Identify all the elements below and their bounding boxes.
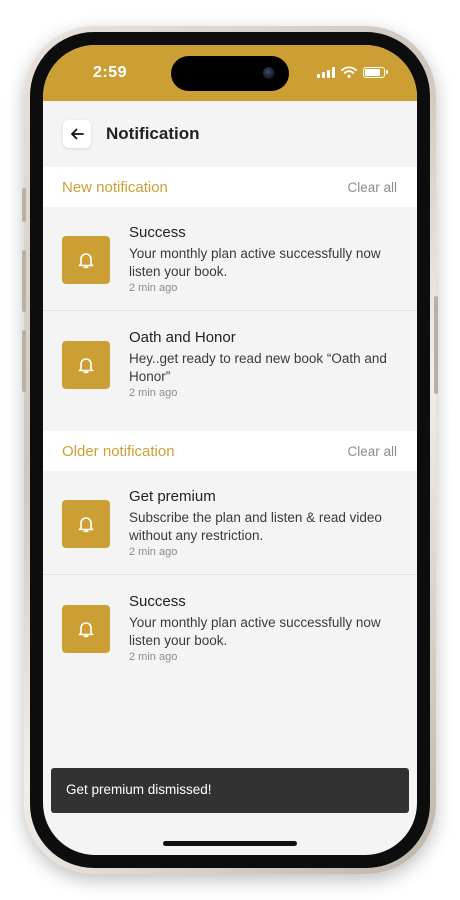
notification-item[interactable]: Success Your monthly plan active success…	[43, 207, 417, 311]
notification-body: Hey..get ready to read new book “Oath an…	[129, 351, 387, 384]
notification-item[interactable]: Get premium Subscribe the plan and liste…	[43, 471, 417, 575]
wifi-icon	[341, 66, 357, 78]
notification-body: Subscribe the plan and listen & read vid…	[129, 510, 382, 543]
phone-power-button	[434, 296, 438, 394]
app-header: Notification	[43, 101, 417, 167]
phone-volume-down-button	[22, 330, 26, 392]
section-header-older: Older notification Clear all	[43, 431, 417, 471]
arrow-left-icon	[71, 128, 84, 140]
battery-level	[365, 68, 381, 76]
bell-icon	[78, 253, 94, 269]
notification-title: Get premium	[129, 488, 216, 505]
notification-time: 2 min ago	[129, 282, 178, 294]
section-title: Older notification	[62, 443, 175, 460]
page-title: Notification	[106, 124, 200, 143]
notification-body: Your monthly plan active successfully no…	[129, 246, 381, 279]
notification-title: Oath and Honor	[129, 329, 236, 346]
clear-all-button[interactable]: Clear all	[347, 180, 397, 195]
section-title: New notification	[62, 179, 168, 196]
battery-icon	[363, 66, 388, 78]
phone-volume-up-button	[22, 250, 26, 312]
notification-icon-tile	[62, 341, 110, 389]
front-camera-icon	[263, 67, 275, 79]
status-time: 2:59	[93, 64, 128, 81]
snackbar-message: Get premium dismissed!	[66, 782, 212, 797]
notification-body: Your monthly plan active successfully no…	[129, 615, 381, 648]
bell-icon	[78, 517, 94, 533]
snackbar: Get premium dismissed!	[51, 768, 409, 813]
cellular-signal-icon	[317, 66, 335, 78]
bell-icon	[78, 358, 94, 374]
notification-item[interactable]: Oath and Honor Hey..get ready to read ne…	[43, 312, 417, 416]
notification-time: 2 min ago	[129, 651, 178, 663]
notification-icon-tile	[62, 605, 110, 653]
clear-all-button[interactable]: Clear all	[347, 444, 397, 459]
notification-time: 2 min ago	[129, 387, 178, 399]
notification-icon-tile	[62, 236, 110, 284]
notification-icon-tile	[62, 500, 110, 548]
section-header-new: New notification Clear all	[43, 167, 417, 207]
phone-action-button	[22, 188, 26, 222]
notification-title: Success	[129, 224, 186, 241]
notification-title: Success	[129, 593, 186, 610]
back-button[interactable]	[63, 120, 91, 148]
dynamic-island	[171, 56, 289, 91]
app-screen: 2:59 Notification New notification Clear…	[43, 45, 417, 855]
notification-item[interactable]: Success Your monthly plan active success…	[43, 576, 417, 680]
notification-time: 2 min ago	[129, 546, 178, 558]
bell-icon	[78, 622, 94, 638]
status-bar: 2:59	[43, 45, 417, 101]
status-icons	[317, 65, 388, 79]
home-indicator[interactable]	[163, 841, 297, 846]
